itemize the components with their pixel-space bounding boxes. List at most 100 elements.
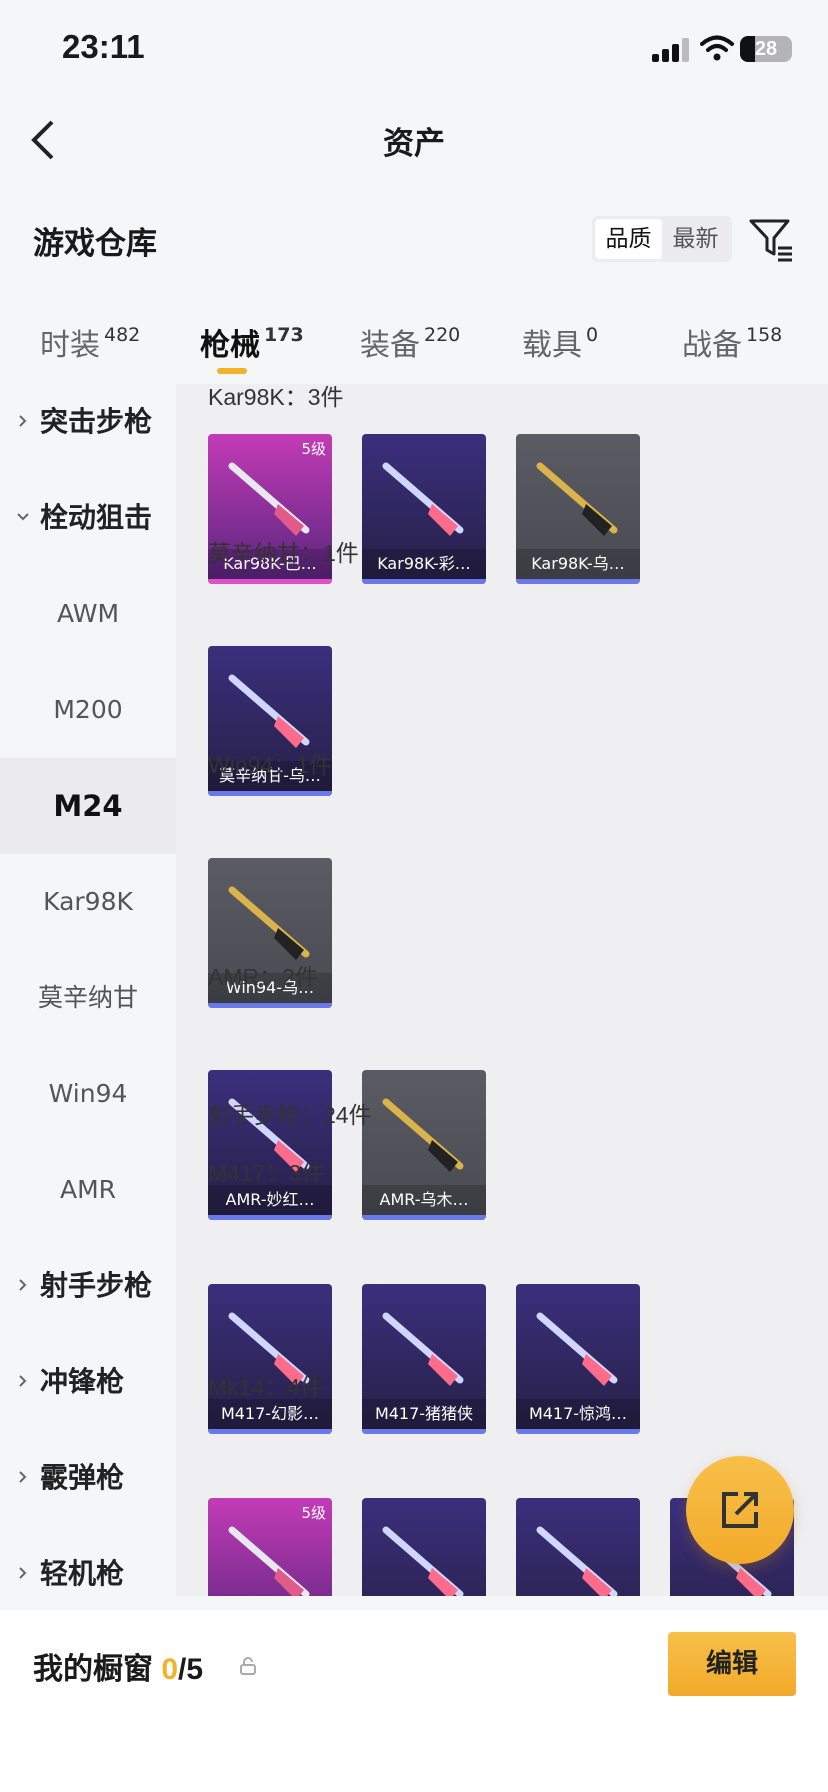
weapon-group-title: Kar98K：3件: [208, 384, 344, 410]
weapon-group-title: M417：3件: [208, 1160, 325, 1186]
sidebar-item[interactable]: AWM: [0, 566, 176, 662]
weapon-card[interactable]: M417-惊鸿…: [516, 1284, 640, 1434]
nav-bar: 资产: [0, 100, 828, 180]
gun-icon: [536, 462, 618, 536]
tab-count: 173: [264, 324, 304, 346]
sidebar-item-label: 突击步枪: [40, 405, 153, 438]
weapon-name: AMR-乌木…: [362, 1185, 486, 1215]
sidebar-item[interactable]: AMR: [0, 1142, 176, 1238]
gun-icon: [382, 462, 464, 536]
tab-label: 时装: [40, 328, 100, 363]
tab-count: 0: [586, 324, 599, 346]
chevron-right-icon: [19, 415, 27, 427]
gun-icon: [228, 674, 310, 748]
sidebar-item[interactable]: M200: [0, 662, 176, 758]
share-icon: [722, 1492, 758, 1528]
status-bar: 23:11 28: [0, 0, 828, 100]
battery-icon: 28: [740, 36, 792, 62]
weapon-group-title: Mk14：4件: [208, 1374, 324, 1400]
sidebar-item[interactable]: M24: [0, 758, 176, 854]
edit-button[interactable]: 编辑: [668, 1632, 796, 1696]
chevron-down-icon: [17, 513, 29, 521]
sidebar-item[interactable]: 射手步枪: [0, 1238, 176, 1334]
app-root: 23:11 28 资产 游戏仓库 品质 最新 时装 482 枪械 173 装备 …: [0, 0, 828, 1792]
weapon-name: M417-幻影…: [208, 1399, 332, 1429]
sidebar-item-label: M24: [53, 789, 123, 823]
weapon-card[interactable]: Kar98K-乌…: [516, 434, 640, 584]
weapon-group-title: AMR：2件: [208, 964, 318, 990]
weapon-card[interactable]: [516, 1498, 640, 1596]
section-title: 游戏仓库: [33, 226, 157, 261]
sidebar-item[interactable]: Win94: [0, 1046, 176, 1142]
quality-bar: [362, 579, 486, 584]
sidebar-item[interactable]: 突击步枪: [0, 384, 176, 470]
tab-equipment[interactable]: 装备 220: [360, 320, 460, 364]
chevron-right-icon: [19, 1375, 27, 1387]
weapon-category-sidebar: 突击步枪栓动狙击 AWM M200 M24 Kar98K 莫辛纳甘 Win94 AMR 射手步枪…: [0, 384, 176, 1596]
weapon-card[interactable]: [362, 1498, 486, 1596]
quality-bar: [362, 1429, 486, 1434]
sidebar-item-label: 栓动狙击: [40, 501, 153, 534]
sort-newest-button[interactable]: 最新: [662, 219, 729, 259]
chevron-right-icon: [19, 1279, 27, 1291]
showcase-count: 0: [161, 1653, 179, 1686]
gun-icon: [228, 886, 310, 960]
sort-toggle: 品质 最新: [592, 216, 732, 262]
quality-bar: [208, 1429, 332, 1434]
sidebar-item-label: 冲锋枪: [40, 1365, 125, 1398]
weapon-card[interactable]: M417-猪猪侠: [362, 1284, 486, 1434]
tab-fashion[interactable]: 时装 482: [40, 320, 140, 364]
sidebar-item[interactable]: Kar98K: [0, 854, 176, 950]
gun-icon: [228, 1526, 310, 1596]
weapon-group-title: 射手步枪：24件: [208, 1102, 372, 1128]
quality-bar: [208, 791, 332, 796]
weapon-name: M417-惊鸿…: [516, 1399, 640, 1429]
weapon-card[interactable]: 5级: [208, 1498, 332, 1596]
quality-bar: [208, 1215, 332, 1220]
weapon-group-title: 莫辛纳甘：1件: [208, 540, 359, 566]
share-button[interactable]: [686, 1456, 794, 1564]
filter-icon[interactable]: [748, 216, 794, 262]
weapon-name: Kar98K-乌…: [516, 549, 640, 579]
sidebar-item[interactable]: 冲锋枪: [0, 1334, 176, 1430]
tab-label: 枪械: [200, 328, 260, 363]
sidebar-item-label: 莫辛纳甘: [37, 983, 138, 1012]
chevron-right-icon: [19, 1471, 27, 1483]
showcase-total: /5: [178, 1653, 204, 1686]
gun-icon: [536, 1312, 618, 1386]
quality-bar: [208, 1003, 332, 1008]
level-badge: 5级: [301, 1504, 326, 1522]
sidebar-item-label: AMR: [59, 1175, 117, 1204]
tab-guns[interactable]: 枪械 173: [200, 320, 304, 364]
tab-count: 220: [424, 324, 461, 346]
quality-bar: [362, 1215, 486, 1220]
sidebar-item-label: 霰弹枪: [40, 1461, 125, 1494]
tab-vehicles[interactable]: 载具 0: [522, 320, 598, 364]
tab-supplies[interactable]: 战备 158: [682, 320, 782, 364]
tab-count: 158: [746, 324, 783, 346]
sort-quality-button[interactable]: 品质: [595, 219, 662, 259]
quality-bar: [516, 1429, 640, 1434]
showcase-title: 我的橱窗 0/5: [33, 1644, 203, 1688]
weapon-card[interactable]: M417-幻影…: [208, 1284, 332, 1434]
sidebar-item[interactable]: 霰弹枪: [0, 1430, 176, 1526]
category-tabs: 时装 482 枪械 173 装备 220 载具 0 战备 158: [0, 300, 828, 380]
status-time: 23:11: [62, 28, 145, 65]
sidebar-item-label: Kar98K: [43, 887, 133, 916]
weapon-card[interactable]: AMR-乌木…: [362, 1070, 486, 1220]
sidebar-item-label: M200: [53, 695, 123, 724]
tab-label: 载具: [522, 328, 582, 363]
weapon-card[interactable]: AMR-妙红…: [208, 1070, 332, 1220]
sidebar-item-label: 射手步枪: [40, 1269, 153, 1302]
active-tab-indicator: [217, 368, 247, 374]
weapon-card[interactable]: Kar98K-彩…: [362, 434, 486, 584]
tab-label: 战备: [682, 328, 742, 363]
quality-bar: [516, 579, 640, 584]
sidebar-item[interactable]: 栓动狙击: [0, 470, 176, 566]
signal-icon: [652, 38, 692, 62]
showcase-label: 我的橱窗: [33, 1653, 153, 1686]
sidebar-item[interactable]: 莫辛纳甘: [0, 950, 176, 1046]
sidebar-item[interactable]: 轻机枪: [0, 1526, 176, 1596]
page-title: 资产: [383, 126, 445, 161]
weapon-list: Kar98K：3件 5级 Kar98K-巴… Kar98K-彩… Kar98K-乌… 莫辛…: [176, 384, 828, 1596]
